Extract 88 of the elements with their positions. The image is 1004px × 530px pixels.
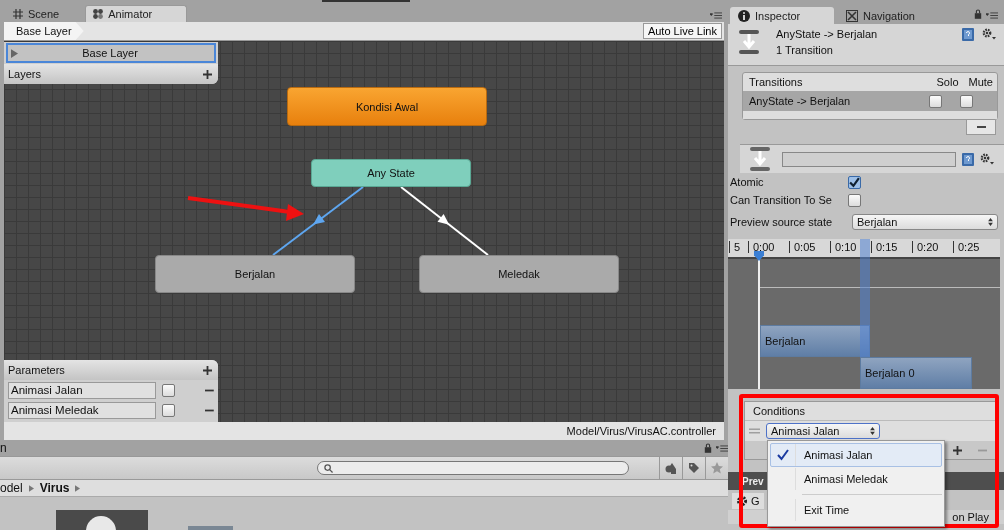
- checkbox[interactable]: [162, 403, 176, 417]
- menu-icon[interactable]: [986, 12, 998, 19]
- panel-title: Parameters: [8, 364, 65, 376]
- state-node[interactable]: Meledak: [419, 255, 619, 293]
- mute-checkbox[interactable]: [960, 94, 973, 108]
- menu-item[interactable]: Animasi Jalan: [770, 443, 942, 467]
- time-tick-label: 0:05: [789, 241, 816, 253]
- checkbox[interactable]: [848, 193, 861, 207]
- panel-tab[interactable]: Navigation: [838, 7, 942, 24]
- checkbox[interactable]: [848, 175, 861, 189]
- panel-tab[interactable]: Scene: [6, 6, 78, 22]
- remove-button[interactable]: [966, 120, 996, 135]
- section-title: Conditions: [753, 405, 805, 417]
- grid-icon: [12, 8, 24, 20]
- inspector-subtitle: 1 Transition: [776, 44, 834, 56]
- auto-live-link-button[interactable]: Auto Live Link: [642, 23, 722, 39]
- menu-icon[interactable]: [716, 444, 728, 452]
- help-icon[interactable]: [962, 28, 974, 41]
- status-text: on Play: [952, 511, 989, 523]
- condition-parameter-dropdown[interactable]: Animasi Jalan: [766, 423, 880, 439]
- panel-title: Prev: [742, 475, 764, 487]
- panel-title: Layers: [8, 68, 42, 80]
- parameter-name-field[interactable]: Animasi Meledak: [8, 401, 157, 419]
- breadcrumb-item[interactable]: odel: [0, 481, 23, 495]
- state-node[interactable]: Kondisi Awal: [287, 87, 487, 126]
- panel-tab[interactable]: Inspector: [730, 7, 834, 24]
- lock-icon[interactable]: [704, 443, 712, 453]
- add-icon[interactable]: [953, 445, 962, 455]
- parameter-name-field[interactable]: Animasi Jalan: [8, 381, 157, 399]
- field-label: Can Transition To Se: [730, 194, 833, 206]
- clip-bar[interactable]: Berjalan: [760, 325, 870, 357]
- time-tick-label: 0:20: [912, 241, 939, 253]
- drag-handle-icon[interactable]: [749, 428, 760, 434]
- transition-icon: [750, 145, 770, 173]
- animator-icon: [92, 8, 105, 20]
- time-tick-label: 0:10: [830, 241, 857, 253]
- panel-tab[interactable]: Animator: [85, 5, 188, 22]
- column-header: Transitions: [749, 76, 804, 88]
- navigation-icon: [846, 9, 858, 22]
- breadcrumb-item[interactable]: Base Layer: [4, 22, 84, 40]
- search-icon: [324, 463, 333, 473]
- clip-bar[interactable]: Berjalan 0: [860, 357, 972, 389]
- chevron-icon: [28, 484, 34, 492]
- layer-item[interactable]: Base Layer: [6, 43, 216, 63]
- preview-source-dropdown[interactable]: Berjalan: [852, 214, 998, 230]
- tag-icon: [688, 462, 700, 474]
- add-icon[interactable]: [203, 365, 212, 375]
- updown-icon: [988, 218, 993, 226]
- solo-checkbox[interactable]: [929, 94, 942, 108]
- gear-icon: [736, 495, 748, 507]
- time-tick-label: 0:25: [953, 241, 980, 253]
- breadcrumb-item[interactable]: Virus: [39, 481, 70, 495]
- transition-icon: [738, 28, 760, 56]
- field-label: Atomic: [730, 176, 765, 188]
- help-icon[interactable]: [962, 152, 974, 166]
- transition-row[interactable]: AnyState -> Berjalan: [743, 91, 997, 119]
- add-icon[interactable]: [203, 69, 212, 79]
- transition-timeline[interactable]: 5 0:00 0:05 0:10 0:15 0:20 0:25 Berjalan Berjalan 0: [728, 239, 1000, 389]
- inspector-title: AnyState -> Berjalan: [776, 28, 879, 40]
- state-node[interactable]: Any State: [311, 159, 471, 187]
- updown-icon: [870, 427, 875, 435]
- lock-icon[interactable]: [974, 9, 982, 19]
- playhead-icon[interactable]: [753, 251, 765, 261]
- name-field[interactable]: [782, 151, 956, 167]
- star-icon: [711, 462, 723, 474]
- minus-icon: [976, 125, 986, 129]
- menu-item[interactable]: Exit Time: [770, 498, 942, 522]
- checkmark-icon: [777, 449, 789, 461]
- state-node[interactable]: Berjalan: [155, 255, 355, 293]
- column-header: Solo: [936, 76, 960, 88]
- checkbox[interactable]: [162, 383, 176, 397]
- play-icon: [11, 48, 18, 58]
- info-icon: [738, 9, 750, 22]
- time-tick-label: 5: [729, 241, 741, 253]
- time-tick-label: 0:15: [871, 241, 898, 253]
- drag-handle[interactable]: [322, 0, 410, 2]
- menu-icon[interactable]: [710, 12, 722, 19]
- search-field[interactable]: [317, 461, 629, 475]
- transition-name: AnyState -> Berjalan: [749, 95, 852, 107]
- layer-name: Base Layer: [81, 47, 139, 59]
- field-label: Preview source state: [730, 216, 834, 228]
- menu-item[interactable]: Animasi Meledak: [770, 467, 942, 491]
- chevron-icon: [75, 484, 81, 492]
- controller-path: Model/Virus/VirusAC.controller: [566, 425, 716, 437]
- settings-icon[interactable]: [980, 153, 994, 165]
- column-header: Mute: [968, 76, 993, 88]
- shapes-icon: [665, 462, 677, 474]
- settings-icon[interactable]: [982, 28, 996, 40]
